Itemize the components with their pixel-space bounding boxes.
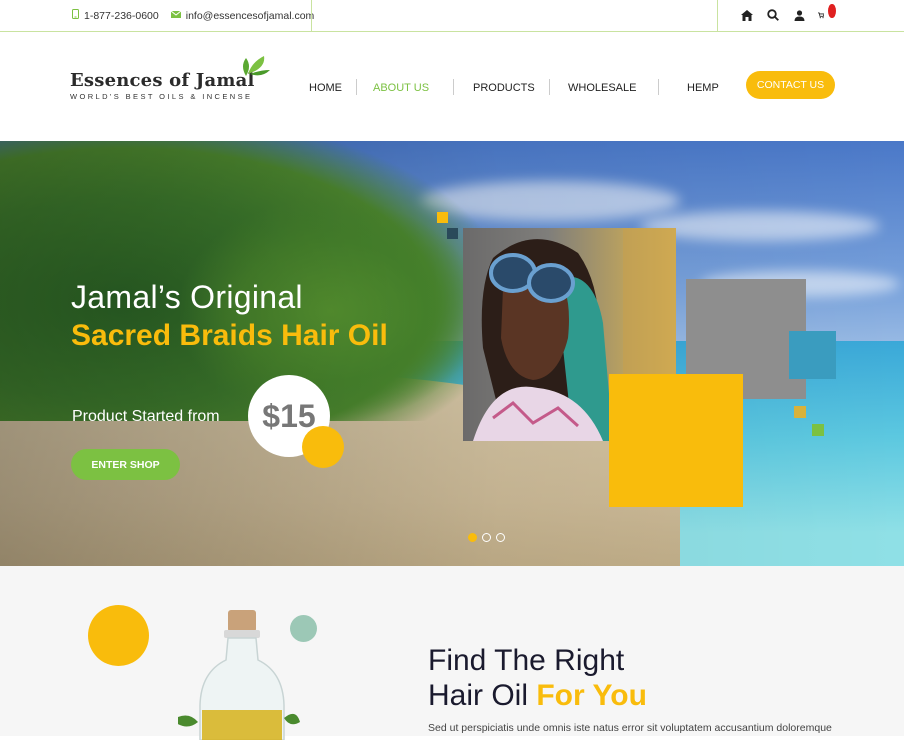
nav-divider — [658, 79, 659, 95]
price-value: $15 — [262, 397, 316, 434]
section-title: Find The Right — [428, 644, 625, 677]
section-title-highlight: For You — [536, 679, 647, 712]
email-address: info@essencesofjamal.com — [185, 9, 315, 22]
utility-icons — [740, 4, 836, 22]
decorative-square — [437, 212, 448, 223]
oil-bottle-image — [172, 610, 308, 745]
phone-link[interactable]: 1-877-236-0600 — [72, 9, 159, 22]
nav-divider — [549, 79, 550, 95]
price-label: Product Started from — [72, 408, 220, 425]
nav-products[interactable]: PRODUCTS — [473, 82, 535, 94]
enter-shop-button[interactable]: ENTER SHOP — [71, 449, 180, 480]
section-body-text: Sed ut perspiciatis unde omnis iste natu… — [428, 722, 832, 734]
slider-pagination — [468, 533, 505, 542]
contact-info: 1-877-236-0600 info@essencesofjamal.com — [72, 9, 326, 22]
divider — [717, 0, 718, 31]
mail-icon — [170, 10, 182, 21]
nav-home[interactable]: HOME — [309, 82, 342, 94]
home-icon[interactable] — [740, 8, 754, 22]
nav-wholesale[interactable]: WHOLESALE — [568, 82, 636, 94]
nav-hemp[interactable]: HEMP — [687, 82, 719, 94]
email-link[interactable]: info@essencesofjamal.com — [170, 9, 315, 22]
phone-number: 1-877-236-0600 — [84, 9, 159, 22]
slide-dot-2[interactable] — [482, 533, 491, 542]
decorative-square — [447, 228, 458, 239]
logo-tagline: WORLD'S BEST OILS & INCENSE — [70, 92, 253, 101]
hero-slider: Jamal’s Original Sacred Braids Hair Oil … — [0, 141, 904, 566]
contact-us-button[interactable]: CONTACT US — [746, 71, 835, 99]
decorative-circle — [88, 605, 149, 666]
decorative-square — [794, 406, 806, 418]
site-header: Essences of Jamal WORLD'S BEST OILS & IN… — [0, 32, 904, 141]
divider — [311, 0, 312, 31]
decorative-square — [609, 374, 743, 507]
slide-dot-1[interactable] — [468, 533, 477, 542]
leaf-icon — [236, 52, 272, 83]
section-title-line2: Hair Oil For You — [428, 679, 647, 713]
hero-product-name: Sacred Braids Hair Oil — [71, 319, 388, 352]
find-hair-oil-section: Find The Right Hair Oil For You Sed ut p… — [0, 566, 904, 741]
user-icon[interactable] — [792, 8, 806, 22]
cart-badge — [828, 4, 836, 18]
site-logo[interactable]: Essences of Jamal WORLD'S BEST OILS & IN… — [70, 56, 270, 101]
logo-title: Essences of Jamal — [70, 70, 255, 91]
nav-about-us[interactable]: ABOUT US — [373, 82, 429, 94]
search-icon[interactable] — [766, 8, 780, 22]
nav-divider — [453, 79, 454, 95]
section-title-plain: Hair Oil — [428, 679, 529, 712]
top-bar: 1-877-236-0600 info@essencesofjamal.com — [0, 0, 904, 32]
nav-divider — [356, 79, 357, 95]
slide-dot-3[interactable] — [496, 533, 505, 542]
decorative-square — [789, 331, 836, 379]
phone-icon — [72, 9, 79, 22]
decorative-dot — [302, 426, 344, 468]
hero-title: Jamal’s Original — [71, 279, 303, 315]
decorative-square — [812, 424, 824, 436]
cart-icon[interactable] — [818, 4, 836, 22]
